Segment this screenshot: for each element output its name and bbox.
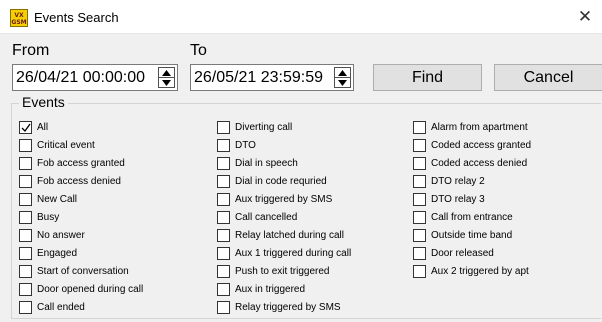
event-option-label: Dial in code requried xyxy=(235,176,327,187)
cancel-button[interactable]: Cancel xyxy=(494,64,602,91)
checkbox[interactable] xyxy=(217,283,230,296)
event-option-label: No answer xyxy=(37,230,85,241)
checkbox[interactable] xyxy=(217,193,230,206)
checkbox[interactable] xyxy=(413,175,426,188)
checkbox[interactable] xyxy=(217,247,230,260)
from-spin-up-icon[interactable] xyxy=(159,68,174,78)
to-spin-up-icon[interactable] xyxy=(335,68,350,78)
from-datetime-picker[interactable]: 26/04/21 00:00:00 xyxy=(12,64,178,91)
event-option-label: DTO xyxy=(235,140,256,151)
event-option-label: Fob access denied xyxy=(37,176,121,187)
app-logo-text-bottom: GSM xyxy=(11,19,27,26)
event-option-label: Engaged xyxy=(37,248,78,259)
app-logo-text-top: VX xyxy=(14,12,24,19)
event-option-label: Critical event xyxy=(37,140,95,151)
checkbox[interactable] xyxy=(19,283,32,296)
event-option-label: Call ended xyxy=(37,302,85,313)
event-option-label: Alarm from apartment xyxy=(431,122,528,133)
event-option-label: Coded access denied xyxy=(431,158,528,169)
checkbox[interactable] xyxy=(413,265,426,278)
events-group-title: Events xyxy=(19,94,68,110)
to-label: To xyxy=(190,42,207,59)
checkbox[interactable] xyxy=(217,211,230,224)
window-title: Events Search xyxy=(34,10,119,25)
checkbox[interactable] xyxy=(19,157,32,170)
checkbox[interactable] xyxy=(217,301,230,314)
checkbox[interactable] xyxy=(217,139,230,152)
event-option-label: Aux triggered by SMS xyxy=(235,194,333,205)
event-option-label: DTO relay 3 xyxy=(431,194,485,205)
checkbox[interactable] xyxy=(19,211,32,224)
checkbox[interactable] xyxy=(413,229,426,242)
checkbox[interactable] xyxy=(217,157,230,170)
checkmark-icon xyxy=(21,123,31,133)
event-option-label: Door opened during call xyxy=(37,284,144,295)
to-spinner[interactable] xyxy=(334,67,351,88)
event-option-label: Diverting call xyxy=(235,122,293,133)
event-option-label: Aux 1 triggered during call xyxy=(235,248,352,259)
event-option-label: New Call xyxy=(37,194,78,205)
event-option-label: Call from entrance xyxy=(431,212,513,223)
event-option-label: Door released xyxy=(431,248,494,259)
from-spin-down-icon[interactable] xyxy=(159,78,174,88)
checkbox[interactable] xyxy=(413,139,426,152)
event-option-label: Dial in speech xyxy=(235,158,298,169)
to-spin-down-icon[interactable] xyxy=(335,78,350,88)
app-logo-icon: VX GSM xyxy=(10,9,28,27)
checkbox[interactable] xyxy=(413,193,426,206)
checkbox[interactable] xyxy=(217,229,230,242)
from-label: From xyxy=(12,42,50,59)
event-option-label: Start of conversation xyxy=(37,266,129,277)
event-option-label: Aux in triggered xyxy=(235,284,306,295)
event-option-label: Call cancelled xyxy=(235,212,298,223)
event-option-label: Relay latched during call xyxy=(235,230,344,241)
checkbox[interactable] xyxy=(19,247,32,260)
event-option-label: Busy xyxy=(37,212,60,223)
event-option-label: Fob access granted xyxy=(37,158,125,169)
checkbox[interactable] xyxy=(19,139,32,152)
checkbox[interactable] xyxy=(19,301,32,314)
event-option-label: Push to exit triggered xyxy=(235,266,330,277)
checkbox[interactable] xyxy=(19,265,32,278)
checkbox[interactable] xyxy=(413,157,426,170)
event-option-label: Aux 2 triggered by apt xyxy=(431,266,529,277)
event-option-label: DTO relay 2 xyxy=(431,176,485,187)
checkbox[interactable] xyxy=(217,175,230,188)
to-datetime-picker[interactable]: 26/05/21 23:59:59 xyxy=(190,64,354,91)
title-bar: VX GSM Events Search ✕ xyxy=(0,0,602,34)
find-button[interactable]: Find xyxy=(373,64,482,91)
from-datetime-value: 26/04/21 00:00:00 xyxy=(16,69,146,86)
checkbox[interactable] xyxy=(19,229,32,242)
checkbox[interactable] xyxy=(413,211,426,224)
checkbox[interactable] xyxy=(19,175,32,188)
checkbox[interactable] xyxy=(413,121,426,134)
event-option-label: Relay triggered by SMS xyxy=(235,302,341,313)
close-icon[interactable]: ✕ xyxy=(574,6,596,28)
event-option-label: Outside time band xyxy=(431,230,513,241)
event-option-label: All xyxy=(37,122,49,133)
checkbox[interactable] xyxy=(19,193,32,206)
event-option-label: Coded access granted xyxy=(431,140,532,151)
checkbox[interactable] xyxy=(217,121,230,134)
checkbox[interactable] xyxy=(217,265,230,278)
checkbox[interactable] xyxy=(19,121,32,134)
to-datetime-value: 26/05/21 23:59:59 xyxy=(194,69,324,86)
checkbox[interactable] xyxy=(413,247,426,260)
from-spinner[interactable] xyxy=(158,67,175,88)
